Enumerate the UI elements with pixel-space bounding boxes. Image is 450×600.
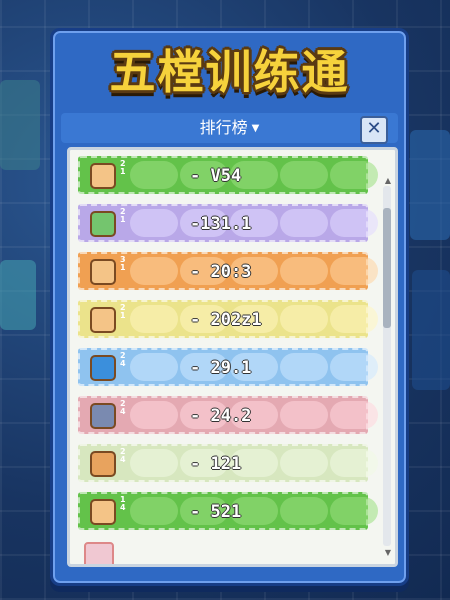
- background-decoration: [410, 130, 450, 240]
- leaderboard-row[interactable]: 3 1 - 20:3: [78, 252, 378, 290]
- score-value: -131.1: [190, 214, 252, 234]
- leaderboard-header: 排行榜 ▼: [61, 113, 398, 143]
- scroll-down-icon[interactable]: ▼: [385, 548, 391, 557]
- rank-label: 2 4: [120, 351, 126, 368]
- background-decoration: [0, 80, 40, 170]
- rank-label: 2 4: [120, 447, 126, 464]
- game-title: 五樘训练通: [109, 45, 350, 99]
- pill-shape: [330, 257, 378, 285]
- pill-shape: [330, 353, 378, 381]
- pill-shape: [330, 401, 378, 429]
- pill-shape: [130, 257, 178, 285]
- leaderboard-row[interactable]: 2 1 -131.1: [78, 204, 378, 242]
- scroll-up-icon[interactable]: ▲: [385, 176, 391, 185]
- sword-slime-icon: [90, 211, 116, 237]
- leaderboard-list[interactable]: 2 1 - V54 2 1 -131.1 3 1 - 20:3 2 1 - 202z1 2 4 -…: [67, 147, 398, 567]
- score-value: - 202z1: [190, 310, 262, 330]
- pill-shape: [130, 209, 178, 237]
- pill-shape: [280, 449, 328, 477]
- score-value: - 121: [190, 454, 242, 474]
- leaderboard-row[interactable]: 2 4 - 121: [78, 444, 378, 482]
- leaderboard-panel: 五樘训练通 排行榜 ▼ ✕ 2 1- V54 2 1 -131.1 3 1- 20:3 2…: [50, 28, 409, 586]
- rank-label: 2 4: [120, 399, 126, 416]
- leaderboard-title: 排行榜: [199, 118, 248, 137]
- pill-shape: [330, 209, 378, 237]
- row-pill-decoration: [130, 497, 378, 525]
- rank-label: 2 1: [120, 207, 126, 224]
- close-button[interactable]: ✕: [360, 116, 388, 144]
- pudding-icon: [90, 307, 116, 333]
- leaderboard-dropdown[interactable]: 排行榜 ▼: [61, 113, 398, 144]
- pill-shape: [280, 497, 328, 525]
- caret-down-icon: ▼: [251, 122, 260, 134]
- pill-shape: [130, 305, 178, 333]
- scrollbar[interactable]: [383, 186, 391, 546]
- background-decoration: [0, 260, 36, 330]
- pill-shape: [130, 497, 178, 525]
- leaderboard-row[interactable]: 1 4 - 521: [78, 492, 378, 530]
- pill-shape: [130, 401, 178, 429]
- robot-icon: [90, 403, 116, 429]
- row-pill-decoration: [130, 449, 378, 477]
- leaderboard-row[interactable]: 2 1 - V54: [78, 156, 378, 194]
- pill-shape: [130, 353, 178, 381]
- pill-shape: [280, 161, 328, 189]
- pill-shape: [330, 305, 378, 333]
- pill-shape: [330, 497, 378, 525]
- pill-shape: [280, 305, 328, 333]
- leaderboard-row[interactable]: 2 4 - 29.1: [78, 348, 378, 386]
- rank-label: 1 4: [120, 495, 126, 512]
- partial-row-icon: [84, 542, 114, 564]
- score-value: - 24.2: [190, 406, 252, 426]
- pill-shape: [280, 209, 328, 237]
- pill-shape: [280, 353, 328, 381]
- scrollbar-thumb[interactable]: [383, 208, 391, 328]
- pill-shape: [280, 401, 328, 429]
- rank-label: 3 1: [120, 255, 126, 272]
- rank-label: 2 1: [120, 159, 126, 176]
- score-value: - V54: [190, 166, 242, 186]
- pudding-icon: [90, 259, 116, 285]
- pill-shape: [280, 257, 328, 285]
- pudding-icon: [90, 499, 116, 525]
- leaderboard-row[interactable]: 2 4 - 24.2: [78, 396, 378, 434]
- score-value: - 521: [190, 502, 242, 522]
- signpost-icon: [90, 355, 116, 381]
- pudding-icon: [90, 163, 116, 189]
- pudding-icon: [90, 451, 116, 477]
- leaderboard-row[interactable]: 2 1 - 202z1: [78, 300, 378, 338]
- score-value: - 20:3: [190, 262, 252, 282]
- background-decoration: [412, 270, 450, 390]
- score-value: - 29.1: [190, 358, 252, 378]
- row-pill-decoration: [130, 161, 378, 189]
- rank-label: 2 1: [120, 303, 126, 320]
- pill-shape: [330, 161, 378, 189]
- pill-shape: [130, 449, 178, 477]
- pill-shape: [130, 161, 178, 189]
- pill-shape: [330, 449, 378, 477]
